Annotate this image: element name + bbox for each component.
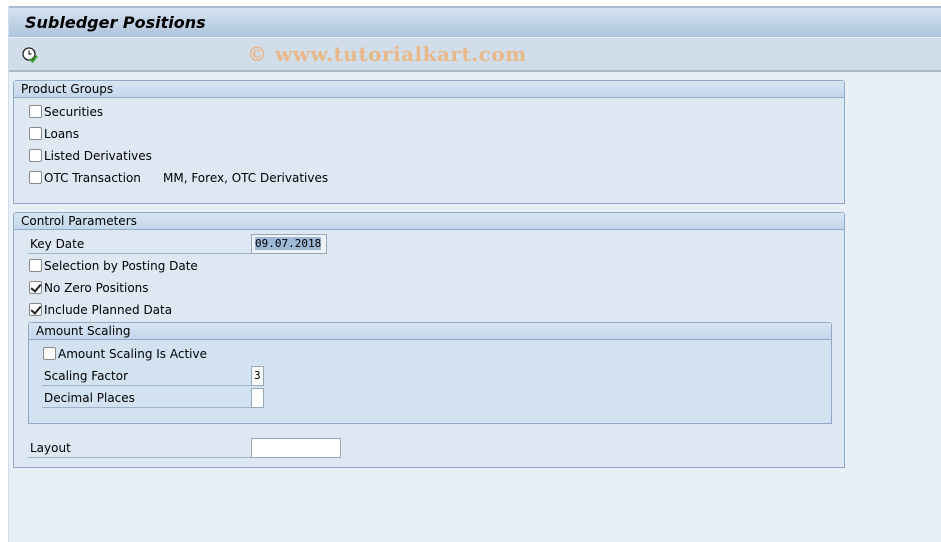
scaling-factor-label: Scaling Factor — [42, 366, 252, 386]
product-groups-panel: Product Groups Securities Loans Listed D… — [13, 80, 845, 204]
include-planned-data-label: Include Planned Data — [44, 303, 173, 317]
title-bar: Subledger Positions — [9, 6, 941, 38]
selection-by-posting-date-checkbox[interactable] — [29, 259, 42, 272]
otc-transaction-label: OTC Transaction — [44, 171, 141, 185]
loans-checkbox[interactable] — [29, 127, 42, 140]
no-zero-positions-label: No Zero Positions — [44, 281, 149, 295]
key-date-label: Key Date — [28, 234, 252, 254]
layout-label: Layout — [28, 438, 252, 458]
selection-by-posting-date-label: Selection by Posting Date — [44, 259, 198, 273]
securities-label: Securities — [44, 105, 104, 119]
key-date-value: 09.07.2018 — [255, 237, 322, 250]
loans-row: Loans — [29, 124, 79, 144]
scaling-factor-field[interactable]: 3 — [251, 366, 264, 386]
execute-clock-check-icon[interactable] — [21, 46, 39, 64]
application-toolbar: © www.tutorialkart.com — [9, 38, 941, 72]
listed-derivatives-checkbox[interactable] — [29, 149, 42, 162]
listed-derivatives-label: Listed Derivatives — [44, 149, 152, 163]
layout-field[interactable] — [251, 438, 341, 458]
include-planned-data-checkbox[interactable] — [29, 303, 42, 316]
amount-scaling-active-row: Amount Scaling Is Active — [43, 344, 207, 364]
key-date-field[interactable]: 09.07.2018 — [251, 234, 327, 254]
otc-transaction-checkbox[interactable] — [29, 171, 42, 184]
amount-scaling-panel: Amount Scaling Amount Scaling Is Active … — [28, 322, 832, 424]
otc-transaction-note: MM, Forex, OTC Derivatives — [163, 171, 329, 185]
amount-scaling-active-checkbox[interactable] — [43, 347, 56, 360]
control-parameters-header: Control Parameters — [14, 213, 844, 230]
amount-scaling-header: Amount Scaling — [29, 323, 831, 340]
listed-derivatives-row: Listed Derivatives — [29, 146, 152, 166]
decimal-places-label: Decimal Places — [42, 388, 252, 408]
selection-by-posting-date-row: Selection by Posting Date — [29, 256, 198, 276]
loans-label: Loans — [44, 127, 80, 141]
decimal-places-field[interactable] — [251, 388, 264, 408]
amount-scaling-active-label: Amount Scaling Is Active — [58, 347, 207, 361]
include-planned-data-row: Include Planned Data — [29, 300, 172, 320]
page-title: Subledger Positions — [25, 13, 206, 32]
product-groups-header: Product Groups — [14, 81, 844, 98]
securities-checkbox[interactable] — [29, 105, 42, 118]
no-zero-positions-checkbox[interactable] — [29, 281, 42, 294]
control-parameters-panel: Control Parameters Key Date 09.07.2018 S… — [13, 212, 845, 468]
no-zero-positions-row: No Zero Positions — [29, 278, 149, 298]
otc-transaction-row: OTC Transaction — [29, 168, 141, 188]
securities-row: Securities — [29, 102, 103, 122]
sap-window: Subledger Positions © www.tutorialkart.c… — [8, 6, 941, 542]
watermark: © www.tutorialkart.com — [247, 42, 527, 66]
